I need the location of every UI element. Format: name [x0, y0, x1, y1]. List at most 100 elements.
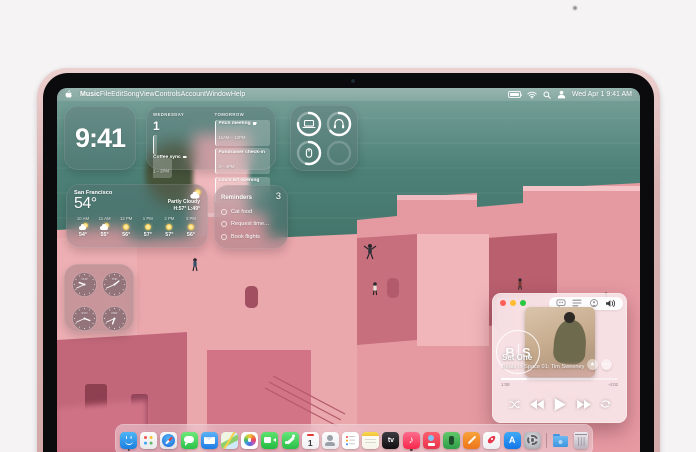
user-switch-icon[interactable] — [557, 90, 566, 99]
menu-item-music[interactable]: Music — [80, 91, 100, 98]
tv-icon[interactable] — [382, 432, 399, 449]
world-clock-cup: CUP — [71, 270, 98, 302]
menu-item-edit[interactable]: Edit — [111, 91, 123, 98]
reminder-checkbox[interactable] — [221, 209, 227, 215]
facetime-icon[interactable] — [261, 432, 278, 449]
track-subtitle: Beats In Space 01: Tim Sweeney — [502, 364, 586, 370]
settings-icon[interactable] — [524, 432, 541, 449]
messages-icon[interactable] — [181, 432, 198, 449]
laptop-icon — [303, 121, 315, 128]
weather-hour-temp: 57° — [165, 232, 173, 238]
progress-fill — [501, 378, 527, 380]
menu-item-song[interactable]: Song — [123, 91, 139, 98]
calendar-icon[interactable]: 1 — [302, 432, 319, 449]
volume-icon[interactable] — [605, 299, 616, 308]
maps-icon[interactable] — [221, 432, 238, 449]
weather-hour: 3 PM56° — [182, 216, 200, 238]
menu-item-view[interactable]: View — [140, 91, 155, 98]
trash-icon[interactable] — [574, 432, 588, 449]
weather-hour-temp: 55° — [101, 232, 109, 238]
shuffle-icon[interactable] — [509, 400, 520, 409]
menu-item-account[interactable]: Account — [181, 91, 206, 98]
repeat-icon[interactable] — [600, 399, 611, 409]
close-button[interactable] — [500, 300, 506, 306]
elapsed-time: 1:08 — [501, 382, 510, 387]
menu-item-window[interactable]: Window — [206, 91, 231, 98]
reminder-checkbox[interactable] — [221, 234, 227, 240]
play-icon[interactable] — [553, 397, 567, 412]
reminder-item[interactable]: Cat food — [221, 209, 281, 215]
battery-icon[interactable] — [508, 91, 521, 98]
phone-icon[interactable] — [282, 432, 299, 449]
launchpad-icon[interactable] — [140, 432, 157, 449]
calendar-event[interactable]: Pitch meeting11AM – 12PM — [215, 120, 271, 146]
green-app-icon[interactable] — [443, 432, 460, 449]
mail-icon[interactable] — [201, 432, 218, 449]
calendar-tomorrow-column: TOMORROW Pitch meeting11AM – 12PMFundrai… — [215, 112, 271, 165]
reminder-item[interactable]: Book flights — [221, 234, 281, 240]
notes-icon[interactable] — [362, 432, 379, 449]
weather-right: Partly Cloudy H:57° L:49° — [168, 190, 200, 212]
calendar-event-title: Pitch meeting — [219, 121, 268, 126]
more-button[interactable]: ••• — [601, 359, 612, 370]
menu-items: MusicFileEditSongViewControlsAccountWind… — [80, 91, 245, 98]
menu-status-group: Wed Apr 1 9:41 AM — [508, 90, 632, 99]
reminders-count: 3 — [276, 191, 281, 202]
minimize-button[interactable] — [510, 300, 516, 306]
reminders-icon[interactable] — [342, 432, 359, 449]
safari-icon[interactable] — [160, 432, 177, 449]
wifi-icon[interactable] — [527, 91, 537, 99]
music-mini-player[interactable]: B S Set One Beats In Space 01: Tim Sween… — [492, 293, 627, 423]
reminders-widget[interactable]: Reminders 3 Cat foodRequest time…Book fl… — [214, 185, 288, 249]
rocket-app-icon[interactable] — [483, 432, 500, 449]
calendar-event[interactable]: Fundraiser check-in3 – 4PM — [215, 148, 271, 174]
menubar-datetime[interactable]: Wed Apr 1 9:41 AM — [572, 91, 632, 98]
next-icon[interactable] — [576, 399, 591, 410]
window-traffic-lights — [500, 300, 526, 306]
empty-ring — [328, 142, 350, 164]
dock: 1 — [115, 424, 593, 452]
calendar-event-title: Lou's art opening — [219, 178, 268, 183]
photos-icon[interactable] — [241, 432, 258, 449]
batteries-widget[interactable] — [290, 105, 358, 171]
sunny-icon — [143, 223, 152, 231]
menu-item-controls[interactable]: Controls — [155, 91, 181, 98]
weather-hour-temp: 57° — [144, 232, 152, 238]
contacts-icon[interactable] — [322, 432, 339, 449]
reminder-label: Request time… — [231, 221, 270, 227]
reminder-label: Cat food — [231, 209, 252, 215]
track-title: Set One — [502, 353, 532, 362]
world-clock-widget[interactable]: CUPTOKSYDPAR — [64, 264, 134, 332]
queue-icon[interactable] — [572, 299, 582, 307]
progress-bar[interactable] — [501, 378, 618, 380]
weather-widget[interactable]: San Francisco 54° Partly Cloudy H:57° L:… — [66, 184, 208, 248]
sunny-icon — [122, 223, 131, 231]
weather-temp: 54° — [74, 196, 112, 212]
video-call-icon — [253, 122, 257, 125]
previous-icon[interactable] — [529, 399, 544, 410]
orange-app-icon[interactable] — [463, 432, 480, 449]
appstore-icon[interactable] — [504, 432, 521, 449]
menu-item-file[interactable]: File — [100, 91, 111, 98]
reminders-list: Cat food Request time… Book flights — [221, 209, 281, 240]
menu-item-help[interactable]: Help — [231, 91, 245, 98]
calendar-event-title: Coffee sync — [153, 155, 209, 160]
search-icon[interactable] — [543, 91, 551, 99]
calendar-widget[interactable]: WEDNESDAY 1 Coffee sync1 – 2PM TOMORROW … — [146, 106, 276, 170]
downloads-icon[interactable] — [552, 432, 569, 449]
zoom-button[interactable] — [520, 300, 526, 306]
calendar-today-events: Coffee sync1 – 2PM — [153, 137, 209, 178]
music-icon[interactable] — [403, 432, 420, 449]
pink-app-icon[interactable] — [423, 432, 440, 449]
calendar-event[interactable]: Coffee sync1 – 2PM — [153, 135, 209, 178]
weather-hour-label: 3 PM — [186, 216, 196, 221]
clock-widget[interactable]: 9:41 — [64, 106, 136, 170]
apple-menu-icon[interactable] — [65, 90, 72, 99]
svg-text:CUP: CUP — [81, 277, 87, 281]
favorite-button[interactable]: ★ — [587, 359, 598, 370]
weather-left: San Francisco 54° — [74, 190, 112, 212]
reminder-item[interactable]: Request time… — [221, 221, 281, 227]
transport-controls — [492, 390, 627, 418]
reminder-checkbox[interactable] — [221, 221, 227, 227]
finder-icon[interactable] — [120, 432, 137, 449]
